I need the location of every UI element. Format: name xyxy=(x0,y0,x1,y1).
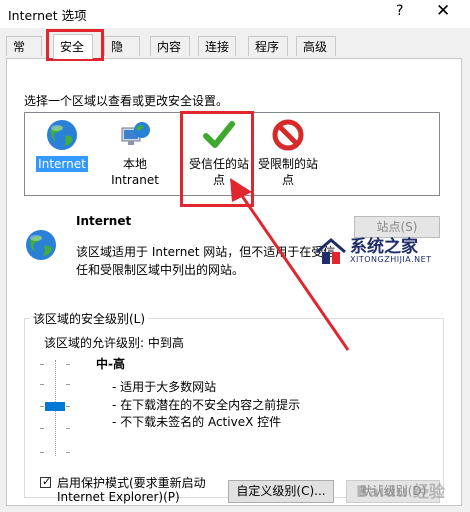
house-logo-icon xyxy=(316,238,346,264)
watermark-text: 系统之家 xyxy=(350,237,418,257)
watermark-url: XITONGZHIJIA.NET xyxy=(350,255,432,264)
site-watermark: 系统之家 XITONGZHIJIA.NET xyxy=(312,230,462,278)
tab-security[interactable]: 安全 xyxy=(53,34,93,59)
baidu-watermark: Baidu 经验 xyxy=(356,482,445,501)
